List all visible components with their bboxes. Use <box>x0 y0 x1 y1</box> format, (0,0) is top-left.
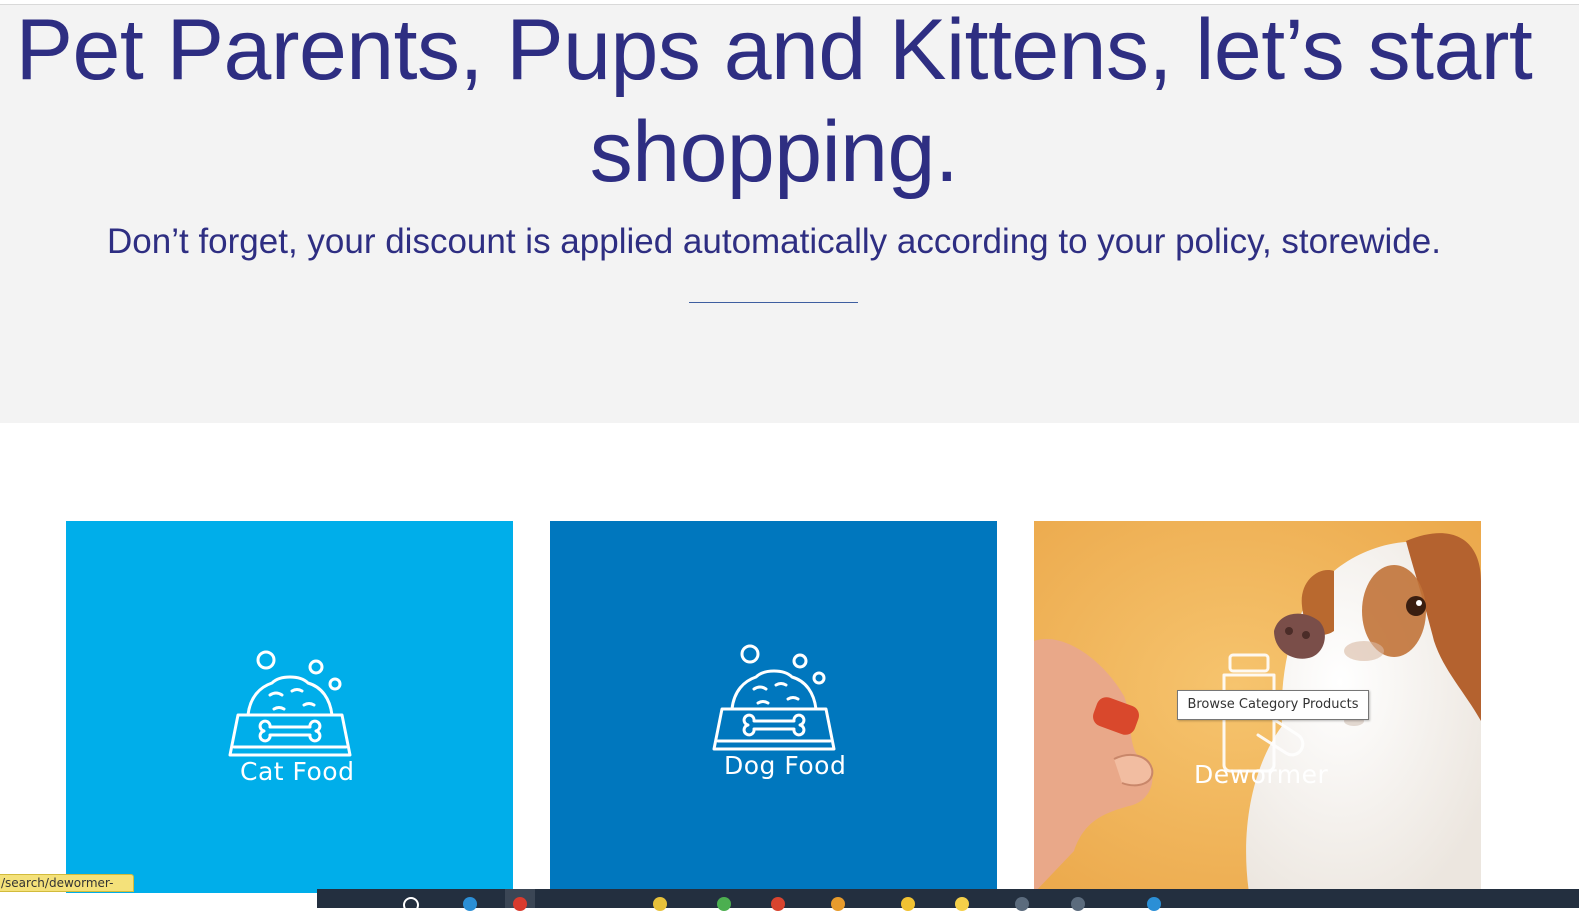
app-icon[interactable] <box>1139 889 1169 911</box>
category-label: Cat Food <box>240 757 355 786</box>
status-bar-url: /search/dewormer- <box>0 874 134 892</box>
category-label: Dewormer <box>1194 760 1329 789</box>
app-icon[interactable] <box>1063 889 1093 911</box>
app-icon[interactable] <box>645 889 675 911</box>
app-icon[interactable] <box>1007 889 1037 911</box>
divider <box>689 302 858 303</box>
category-tile-dog-food[interactable]: Dog Food <box>550 521 997 893</box>
discount-note: Don’t forget, your discount is applied a… <box>107 222 1441 261</box>
hero-section: Pet Parents, Pups and Kittens, let’s sta… <box>0 2 1579 423</box>
category-label: Dog Food <box>724 751 847 780</box>
app-icon[interactable] <box>763 889 793 911</box>
chrome-icon[interactable] <box>505 889 535 911</box>
app-icon[interactable] <box>893 889 923 911</box>
tooltip: Browse Category Products <box>1177 690 1369 720</box>
pet-food-bowl-icon <box>228 650 352 757</box>
search-icon[interactable] <box>395 889 425 913</box>
app-icon[interactable] <box>823 889 853 911</box>
app-icon[interactable] <box>709 889 739 911</box>
windows-taskbar <box>317 889 1579 913</box>
category-tile-cat-food[interactable]: Cat Food <box>66 521 513 893</box>
pet-food-bowl-icon <box>712 644 836 751</box>
app-icon[interactable] <box>947 889 977 911</box>
edge-icon[interactable] <box>455 889 485 911</box>
page-title: Pet Parents, Pups and Kittens, let’s sta… <box>15 2 1533 200</box>
